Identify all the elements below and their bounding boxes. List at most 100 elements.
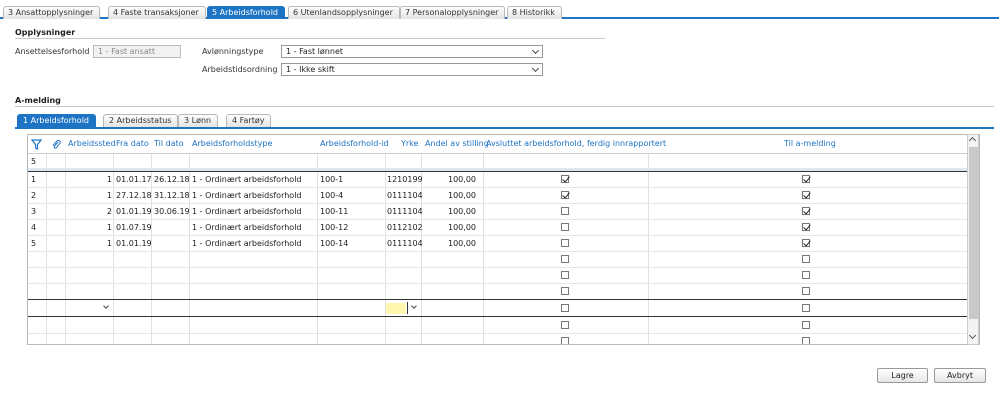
cell-yrke[interactable]: 1210199 (387, 175, 423, 184)
header-arbeidssted[interactable]: Arbeidssted (68, 139, 116, 148)
cell-sted[interactable]: 1 (68, 239, 112, 248)
cell-n[interactable]: 5 (31, 239, 36, 248)
ansettelsesforhold-label: Ansettelsesforhold (15, 47, 90, 56)
table-row[interactable] (28, 318, 979, 334)
cell-til[interactable]: 30.06.19 (154, 207, 190, 216)
header-til-a-melding[interactable]: Til a-melding (784, 139, 836, 148)
checkbox-til_am[interactable] (802, 175, 810, 183)
cell-andel[interactable]: 100,00 (425, 239, 476, 248)
attachment-icon[interactable] (51, 139, 61, 150)
cell-sted[interactable]: 1 (68, 175, 112, 184)
tab-faste-transaksjoner[interactable]: 4 Faste transaksjoner (108, 6, 206, 19)
cell-yrke[interactable]: 0111104 (387, 239, 423, 248)
scroll-down-icon[interactable] (968, 331, 977, 340)
cell-fra[interactable]: 01.01.19 (116, 207, 152, 216)
cell-type[interactable]: 1 - Ordinært arbeidsforhold (192, 191, 302, 200)
checkbox-avsl[interactable] (561, 223, 569, 231)
cell-type[interactable]: 1 - Ordinært arbeidsforhold (192, 223, 302, 232)
header-arbeidsforhold-id[interactable]: Arbeidsforhold-id (320, 139, 389, 148)
cell-id[interactable]: 100-14 (320, 239, 348, 248)
cell-yrke[interactable]: 0112102 (387, 223, 423, 232)
cell-andel[interactable]: 100,00 (425, 191, 476, 200)
subtab-lonn[interactable]: 3 Lønn (178, 114, 219, 127)
a-melding-heading: A-melding (15, 96, 61, 105)
cell-id[interactable]: 100-11 (320, 207, 348, 216)
checkbox-til_am[interactable] (802, 207, 810, 215)
header-arbeidsforholdstype[interactable]: Arbeidsforholdstype (192, 139, 272, 148)
scroll-up-icon[interactable] (968, 136, 977, 145)
cell-til[interactable]: 31.12.18 (154, 191, 190, 200)
table-row[interactable] (28, 268, 979, 284)
chevron-down-icon (531, 46, 540, 55)
cell-type[interactable]: 1 - Ordinært arbeidsforhold (192, 175, 302, 184)
subtab-arbeidsstatus[interactable]: 2 Arbeidsstatus (103, 114, 179, 127)
tab-arbeidsforhold[interactable]: 5 Arbeidsforhold (207, 6, 285, 19)
cell-n[interactable]: 2 (31, 191, 36, 200)
subtab-arbeidsforhold[interactable]: 1 Arbeidsforhold (17, 114, 96, 127)
cell-sted[interactable]: 2 (68, 207, 112, 216)
cell-id[interactable]: 100-12 (320, 223, 348, 232)
table-row[interactable]: 2 1 27.12.18 31.12.18 1 - Ordinært arbeidsfo… (28, 188, 979, 204)
arbeidstidsordning-label: Arbeidstidsordning (202, 65, 278, 74)
arbeidstidsordning-select[interactable]: 1 - Ikke skift (281, 63, 543, 76)
cancel-button[interactable]: Avbryt (934, 368, 986, 383)
cell-sted[interactable]: 1 (68, 191, 112, 200)
header-yrke[interactable]: Yrke (401, 139, 418, 148)
cell-fra[interactable]: 01.07.19 (116, 223, 152, 232)
new-row[interactable] (28, 301, 979, 317)
vertical-scrollbar[interactable] (967, 134, 979, 345)
cell-n[interactable]: 4 (31, 223, 36, 232)
cell-andel[interactable]: 100,00 (425, 223, 476, 232)
cell-n[interactable]: 1 (31, 175, 36, 184)
checkbox-til_am[interactable] (802, 191, 810, 199)
chevron-down-icon[interactable] (411, 303, 417, 309)
table-row[interactable] (28, 284, 979, 300)
checkbox-avsl[interactable] (561, 191, 569, 199)
filter-icon[interactable] (31, 139, 42, 150)
header-andel-av-stilling[interactable]: Andel av stilling (425, 139, 489, 148)
tab-utenlandsopplysninger[interactable]: 6 Utenlandsopplysninger (288, 6, 400, 19)
cell-yrke[interactable]: 0111104 (387, 191, 423, 200)
subtab-underline (15, 127, 994, 129)
avlonningstype-select[interactable]: 1 - Fast lønnet (281, 45, 543, 58)
cell-fra[interactable]: 01.01.19 (116, 239, 152, 248)
tab-personalopplysninger[interactable]: 7 Personalopplysninger (400, 6, 506, 19)
checkbox-til_am[interactable] (802, 223, 810, 231)
cell-andel[interactable]: 100,00 (425, 207, 476, 216)
header-avsluttet[interactable]: Avsluttet arbeidsforhold, ferdig innrapp… (486, 139, 666, 148)
cell-yrke[interactable]: 0111104 (387, 207, 423, 216)
cell-type[interactable]: 1 - Ordinært arbeidsforhold (192, 239, 302, 248)
header-til-dato[interactable]: Til dato (154, 139, 184, 148)
cell-type[interactable]: 1 - Ordinært arbeidsforhold (192, 207, 302, 216)
chevron-down-icon[interactable] (103, 303, 109, 309)
tab-historikk[interactable]: 8 Historikk (507, 6, 562, 19)
table-row[interactable] (28, 334, 979, 344)
table-row[interactable] (28, 252, 979, 268)
cell-fra[interactable]: 01.01.17 (116, 175, 152, 184)
checkbox-til_am[interactable] (802, 239, 810, 247)
table-row[interactable]: 1 1 01.01.17 26.12.18 1 - Ordinært arbeidsfo… (28, 172, 979, 188)
save-button[interactable]: Lagre (877, 368, 928, 383)
subtab-fartoy[interactable]: 4 Fartøy (226, 114, 272, 127)
table-row[interactable]: 4 1 01.07.19 1 - Ordinært arbeidsforhold 100… (28, 220, 979, 236)
scroll-thumb[interactable] (969, 147, 978, 319)
cell-til[interactable]: 26.12.18 (154, 175, 190, 184)
row-count: 5 (31, 157, 37, 166)
tab-ansattopplysninger[interactable]: 3 Ansattopplysninger (3, 6, 101, 19)
arbeidsforhold-grid[interactable]: Arbeidssted Fra dato Til dato Arbeidsfor… (27, 134, 980, 345)
yrke-edit-cell[interactable] (386, 303, 406, 314)
checkbox-avsl[interactable] (561, 175, 569, 183)
cell-sted[interactable]: 1 (68, 223, 112, 232)
arbeidstidsordning-value: 1 - Ikke skift (286, 65, 335, 74)
cell-andel[interactable]: 100,00 (425, 175, 476, 184)
header-fra-dato[interactable]: Fra dato (116, 139, 149, 148)
cell-id[interactable]: 100-1 (320, 175, 343, 184)
checkbox-avsl[interactable] (561, 207, 569, 215)
table-row[interactable]: 3 2 01.01.19 30.06.19 1 - Ordinært arbeidsfo… (28, 204, 979, 220)
table-row[interactable]: 5 1 01.01.19 1 - Ordinært arbeidsforhold 100… (28, 236, 979, 252)
divider (15, 106, 994, 107)
cell-fra[interactable]: 27.12.18 (116, 191, 152, 200)
checkbox-avsl[interactable] (561, 239, 569, 247)
cell-n[interactable]: 3 (31, 207, 36, 216)
cell-id[interactable]: 100-4 (320, 191, 343, 200)
